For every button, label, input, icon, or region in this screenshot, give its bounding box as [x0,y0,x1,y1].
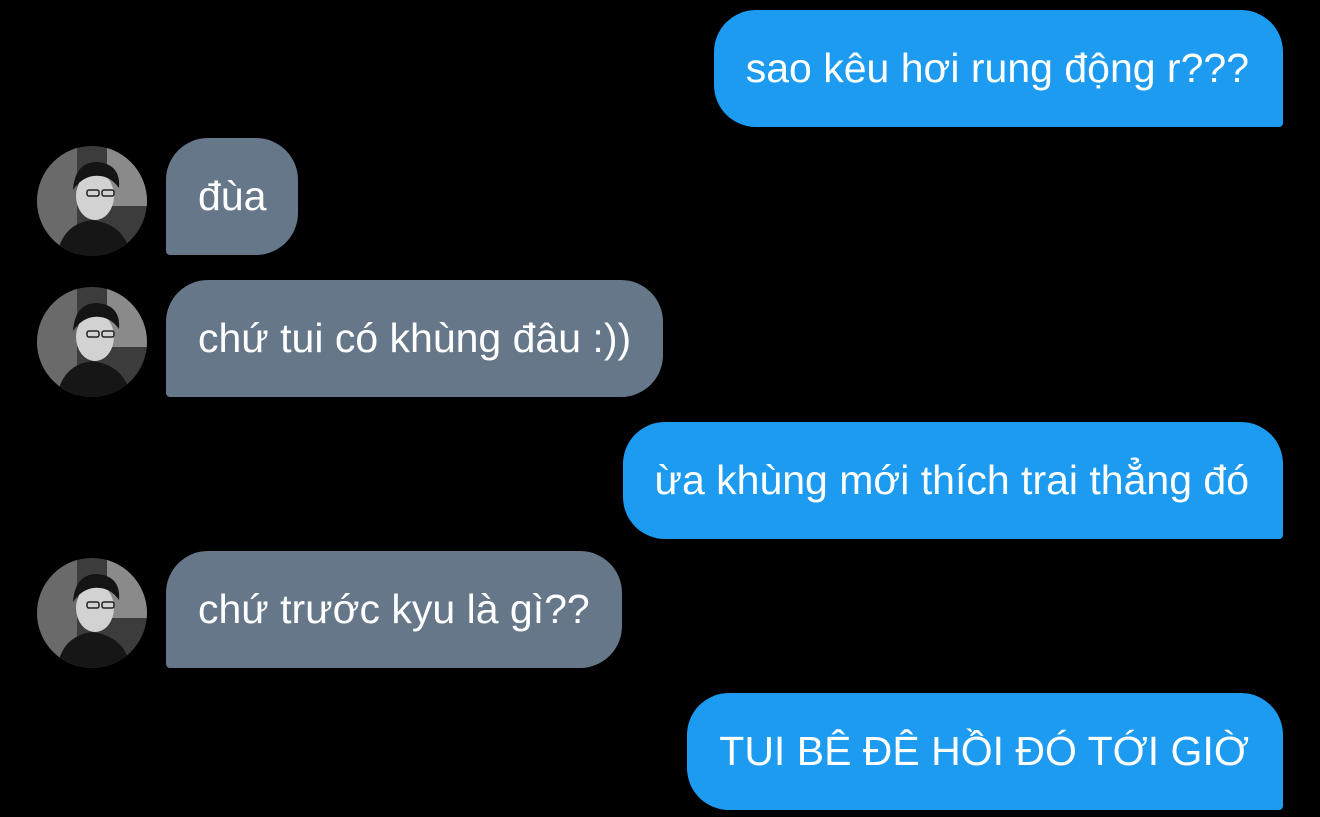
message-bubble-received[interactable]: chứ tui có khùng đâu :)) [166,280,664,397]
avatar-photo-icon [37,146,147,256]
avatar-photo-icon [37,287,147,397]
avatar[interactable] [37,146,147,256]
message-bubble-received[interactable]: chứ trước kyu là gì?? [166,551,622,668]
message-bubble-sent[interactable]: TUI BÊ ĐÊ HỒI ĐÓ TỚI GIỜ [687,693,1283,810]
message-text: chứ trước kyu là gì?? [198,586,590,632]
message-bubble-received[interactable]: đùa [166,138,299,255]
avatar[interactable] [37,558,147,668]
message-text: sao kêu hơi rung động r??? [745,45,1249,91]
message-bubble-sent[interactable]: sao kêu hơi rung động r??? [713,10,1283,127]
message-text: TUI BÊ ĐÊ HỒI ĐÓ TỚI GIỜ [719,728,1249,774]
message-bubble-sent[interactable]: ừa khùng mới thích trai thẳng đó [622,422,1283,539]
avatar-photo-icon [37,558,147,668]
message-text: chứ tui có khùng đâu :)) [198,315,632,361]
message-text: ừa khùng mới thích trai thẳng đó [654,457,1250,503]
message-text: đùa [198,173,267,219]
avatar[interactable] [37,287,147,397]
